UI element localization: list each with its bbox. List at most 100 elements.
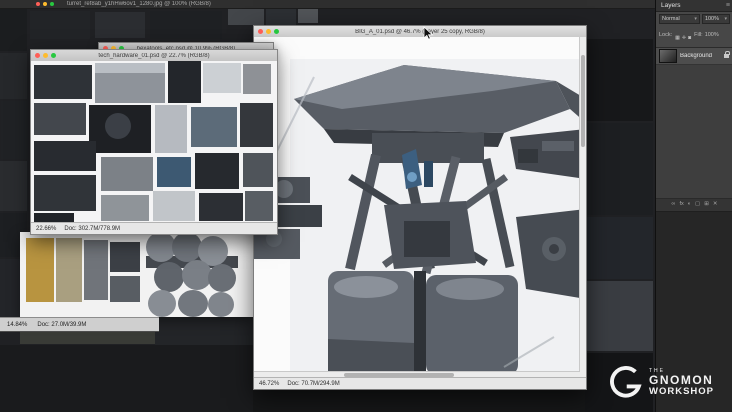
- photo-tile: [178, 290, 208, 317]
- lock-label: Lock:: [659, 32, 673, 38]
- photo-tile: [101, 195, 149, 221]
- photo-tile: [203, 63, 241, 93]
- tech-hardware-statusbar: 22.66% Doc: 302.7M/778.9M: [31, 222, 277, 234]
- zoom-level-field[interactable]: 46.72%: [259, 381, 279, 387]
- photo-tile: [208, 292, 234, 317]
- photo-tile: [101, 157, 153, 191]
- window-tech-hardware[interactable]: tech_hardware_01.psd @ 22.7% (RGB/8) 22.…: [30, 49, 278, 235]
- photo-tile: [266, 9, 296, 25]
- photo-tile: [105, 113, 131, 139]
- photo-tile: [585, 217, 653, 279]
- chevron-down-icon: ▾: [724, 16, 727, 22]
- adjustment-layer-icon[interactable]: ◐: [688, 202, 691, 208]
- mouse-cursor: [423, 26, 434, 40]
- big-a-statusbar: 46.72% Doc: 70.7M/294.9M: [254, 377, 586, 389]
- new-group-icon[interactable]: ⊞: [704, 202, 709, 208]
- doc-size-label: Doc: 70.7M/294.9M: [287, 380, 340, 387]
- layer-thumbnail: [659, 49, 677, 63]
- zoom-window-icon[interactable]: [51, 53, 56, 58]
- layer-lock-icon: [724, 51, 730, 58]
- zoom-level-field[interactable]: 14.84%: [7, 322, 27, 328]
- photo-tile: [0, 9, 27, 51]
- photo-tile: [153, 191, 195, 221]
- background-canvas-left-strip: [0, 9, 28, 412]
- photo-tile: [195, 153, 239, 189]
- photoshop-screen: turret_ref8ab_y1hHw6ov1_1280.jpg @ 100% …: [0, 0, 732, 412]
- fill-label: Fill:: [694, 32, 703, 38]
- photo-tile: [155, 317, 253, 345]
- photo-tile: [34, 141, 96, 171]
- mech-painting: [254, 59, 586, 377]
- tech-hardware-title: tech_hardware_01.psd @ 22.7% (RGB/8): [98, 52, 210, 59]
- layer-row-background[interactable]: Background: [656, 48, 732, 65]
- photo-tile: [243, 64, 271, 94]
- zoom-level-field[interactable]: 22.66%: [36, 226, 56, 232]
- big-a-canvas[interactable]: [254, 37, 586, 378]
- photo-tile: [208, 264, 236, 292]
- chevron-down-icon: ▾: [694, 16, 697, 22]
- opacity-select[interactable]: 100% ▾: [701, 14, 730, 24]
- photo-tile: [95, 63, 165, 73]
- photo-tile: [20, 330, 155, 344]
- photo-tile: [298, 9, 318, 23]
- layer-style-fx-icon[interactable]: fx: [679, 202, 683, 208]
- link-layers-icon[interactable]: ∞: [672, 202, 676, 208]
- panel-menu-icon[interactable]: ≡: [726, 2, 732, 9]
- layers-panel: Layers ≡ Normal ▾ 100% ▾ Lock: ▦ ✛ ◙ Fill:…: [655, 0, 732, 412]
- blend-mode-select[interactable]: Normal ▾: [659, 14, 700, 24]
- doc-size-label: Doc: 27.0M/39.9M: [37, 321, 87, 328]
- photo-tile: [0, 53, 27, 99]
- window-big-a[interactable]: BIG_A_01.psd @ 46.7% (Layer 25 copy, RGB…: [253, 25, 587, 390]
- reference-window-back-canvas[interactable]: [20, 232, 253, 317]
- background-canvas-right-strip: [585, 9, 655, 412]
- photo-tile: [34, 103, 86, 135]
- close-icon[interactable]: [258, 29, 263, 34]
- minimize-icon[interactable]: [266, 29, 271, 34]
- photo-tile: [0, 345, 253, 412]
- layer-mask-icon[interactable]: ▢: [695, 202, 700, 208]
- minimize-icon[interactable]: [43, 53, 48, 58]
- doc-size-label: Doc: 302.7M/778.9M: [64, 225, 121, 232]
- tech-hardware-canvas[interactable]: [31, 61, 277, 223]
- photo-tile: [157, 157, 191, 187]
- photo-tile: [245, 191, 273, 221]
- photo-tile: [585, 281, 653, 351]
- photo-tile: [585, 39, 653, 121]
- gnomon-g-icon: [610, 366, 642, 398]
- zoom-window-icon[interactable]: [274, 29, 279, 34]
- photo-tile: [150, 11, 222, 39]
- delete-layer-icon[interactable]: ✕: [713, 202, 718, 208]
- lock-option-icon[interactable]: ▦: [675, 35, 680, 41]
- photo-tile: [34, 175, 96, 211]
- photo-tile: [243, 153, 273, 187]
- photo-tile: [84, 240, 108, 300]
- blend-mode-value: Normal: [662, 16, 680, 22]
- photo-tile: [155, 105, 187, 153]
- close-icon[interactable]: [35, 53, 40, 58]
- photo-tile: [168, 61, 201, 103]
- vertical-scrollbar[interactable]: [579, 37, 586, 378]
- minimize-icon[interactable]: [43, 2, 47, 6]
- photo-tile: [56, 238, 82, 302]
- photo-tile: [154, 262, 184, 292]
- photo-tile: [110, 242, 140, 272]
- lock-option-icon[interactable]: ◙: [688, 35, 691, 41]
- photo-tile: [95, 12, 145, 38]
- close-icon[interactable]: [36, 2, 40, 6]
- photo-tile: [26, 238, 54, 302]
- layer-list: Background: [656, 48, 732, 199]
- lock-option-icon[interactable]: ✛: [682, 35, 686, 41]
- photo-tile: [585, 123, 653, 215]
- photo-tile: [30, 11, 90, 39]
- background-window-titlebar[interactable]: turret_ref8ab_y1hHw6ov1_1280.jpg @ 100% …: [0, 0, 655, 9]
- background-window-title: turret_ref8ab_y1hHw6ov1_1280.jpg @ 100% …: [67, 1, 211, 7]
- lock-icons[interactable]: ▦ ✛ ◙: [674, 26, 692, 44]
- background-window-statusbar: 14.84% Doc: 27.0M/39.9M: [0, 317, 159, 332]
- fill-value[interactable]: 100%: [705, 32, 719, 38]
- photo-tile: [240, 103, 273, 147]
- zoom-window-icon[interactable]: [50, 2, 54, 6]
- big-a-title: BIG_A_01.psd @ 46.7% (Layer 25 copy, RGB…: [355, 28, 485, 35]
- photo-tile: [148, 290, 176, 317]
- photo-tile: [110, 276, 140, 302]
- tab-layers[interactable]: Layers: [656, 2, 681, 9]
